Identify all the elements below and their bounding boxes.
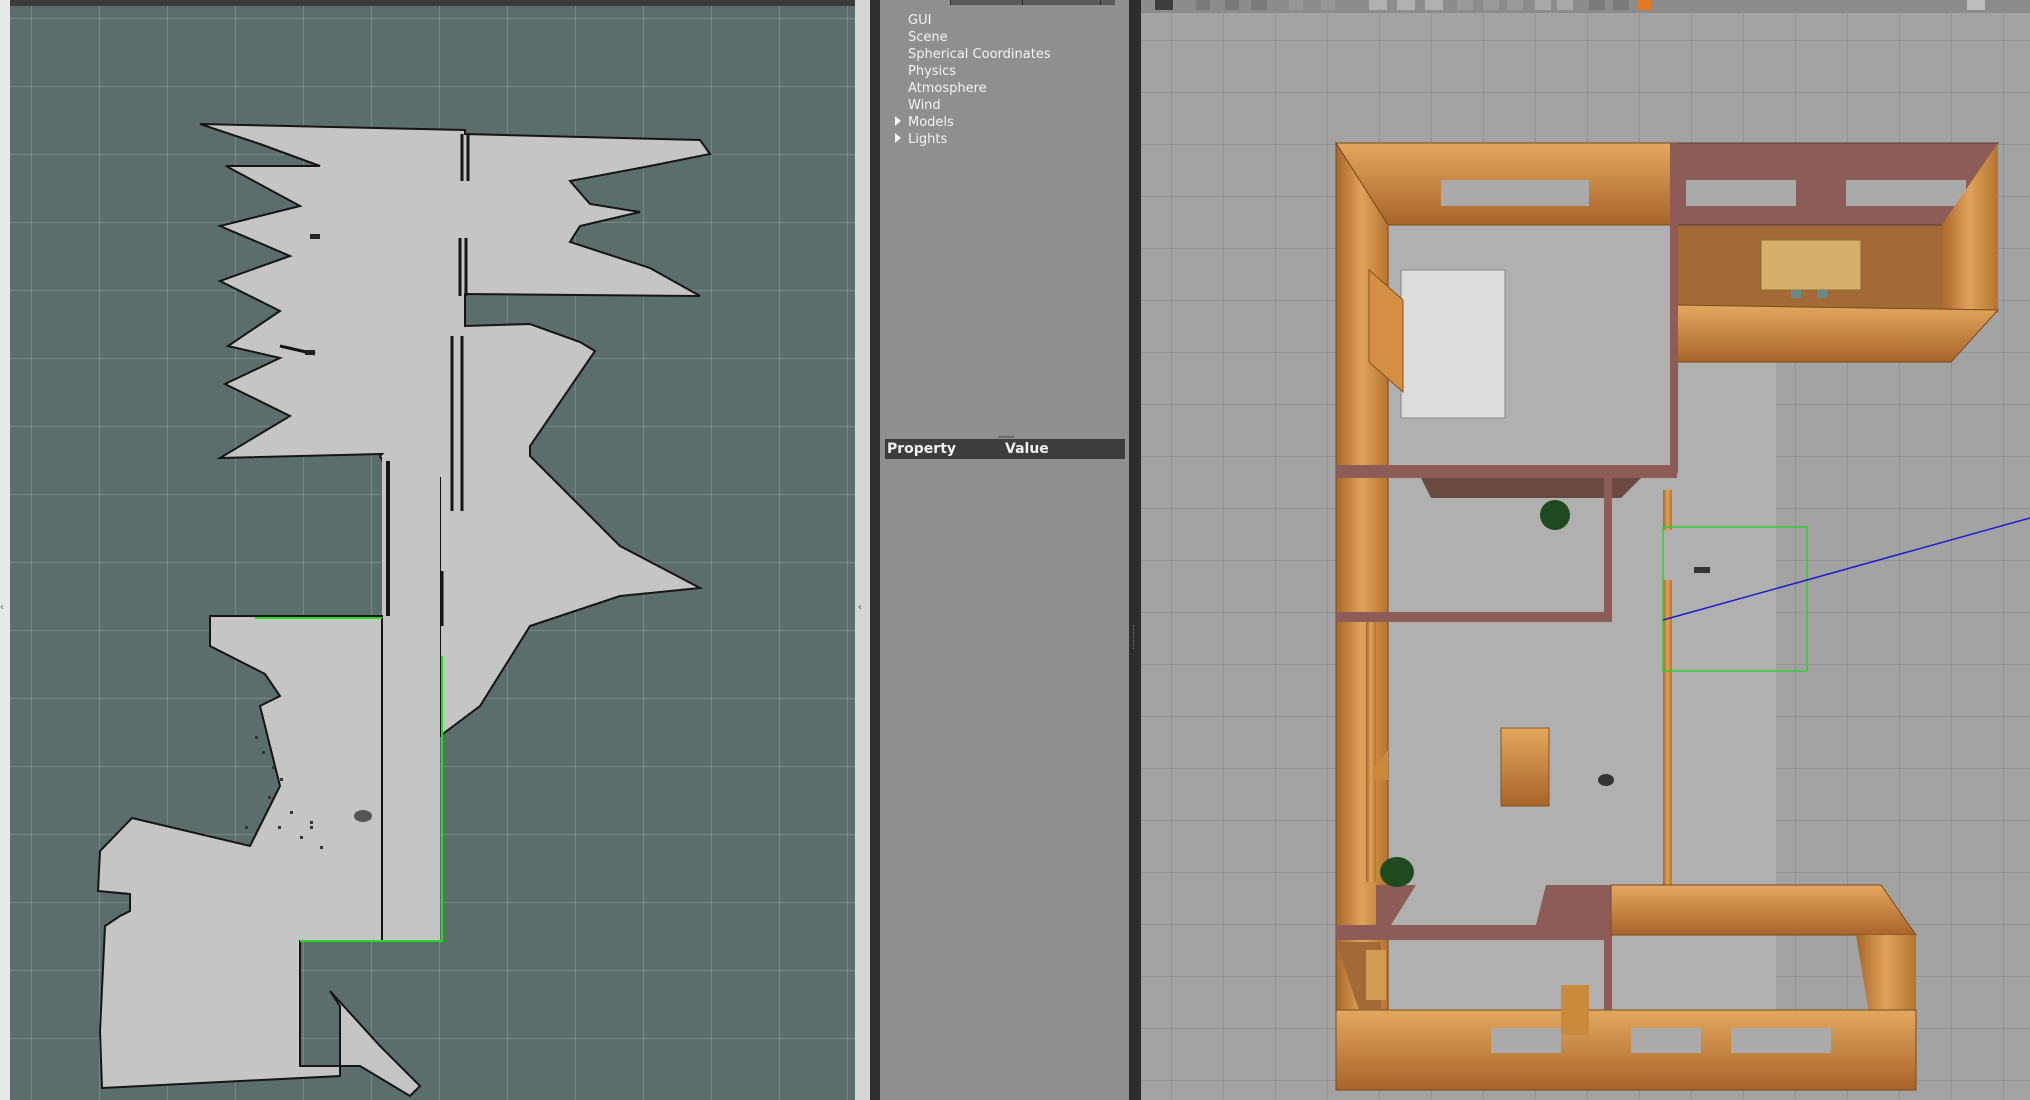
sphere-icon[interactable]	[1397, 0, 1415, 10]
undo-icon[interactable]	[1289, 0, 1303, 10]
robot-marker	[354, 810, 372, 822]
redo-icon[interactable]	[1321, 0, 1335, 10]
tree-item-spherical-coordinates[interactable]: Spherical Coordinates	[908, 46, 1051, 63]
tree-item-gui[interactable]: GUI	[908, 12, 931, 29]
occupancy-grid-map	[10, 6, 855, 1100]
desk[interactable]	[1760, 239, 1862, 291]
spot-light-icon[interactable]	[1483, 0, 1499, 10]
directional-light-icon[interactable]	[1507, 0, 1523, 10]
window-divider	[870, 0, 880, 1100]
cylinder-icon[interactable]	[1425, 0, 1443, 10]
rviz-map-view[interactable]	[10, 6, 855, 1100]
rviz-splitter-left-icon[interactable]: ‹	[0, 602, 4, 613]
tree-item-lights[interactable]: Lights	[908, 131, 947, 148]
property-table-header: Property Value	[885, 439, 1125, 459]
panel-splitter[interactable]	[1129, 0, 1141, 1100]
splitter-handle[interactable]	[998, 436, 1014, 438]
align-icon[interactable]	[1589, 0, 1605, 10]
screenshot-icon[interactable]	[1967, 0, 1985, 10]
rviz-dock-edge	[855, 0, 870, 1100]
green-barrel-2[interactable]	[1380, 857, 1414, 887]
tree-item-models[interactable]: Models	[908, 114, 954, 131]
expand-arrow-icon[interactable]	[895, 116, 901, 126]
gazebo-world-panel: GUI Scene Spherical Coordinates Physics …	[880, 0, 1129, 1100]
small-object[interactable]	[1598, 774, 1614, 786]
value-column-header[interactable]: Value	[1005, 439, 1049, 459]
select-icon[interactable]	[1155, 0, 1173, 10]
tree-item-wind[interactable]: Wind	[908, 97, 941, 114]
translate-icon[interactable]	[1196, 0, 1210, 10]
tree-item-atmosphere[interactable]: Atmosphere	[908, 80, 987, 97]
point-light-icon[interactable]	[1457, 0, 1473, 10]
snap-icon[interactable]	[1613, 0, 1629, 10]
change-view-icon[interactable]	[1637, 0, 1651, 10]
tree-item-scene[interactable]: Scene	[908, 29, 948, 46]
panel-tabs[interactable]	[950, 0, 1115, 5]
cabinet[interactable]	[1500, 727, 1550, 807]
copy-icon[interactable]	[1535, 0, 1551, 10]
expand-arrow-icon[interactable]	[895, 133, 901, 143]
robot-model[interactable]	[1694, 567, 1710, 573]
scene-render	[1141, 0, 2030, 1100]
box-icon[interactable]	[1369, 0, 1387, 10]
white-table[interactable]	[1400, 269, 1506, 419]
tree-item-physics[interactable]: Physics	[908, 63, 956, 80]
rviz-splitter-right-icon[interactable]: ‹	[858, 602, 862, 613]
rotate-icon[interactable]	[1225, 0, 1239, 10]
free-space-corridor	[382, 456, 440, 941]
gazebo-3d-scene[interactable]	[1141, 0, 2030, 1100]
scene-toolbar	[1141, 0, 2030, 13]
scale-icon[interactable]	[1251, 0, 1267, 10]
green-barrel[interactable]	[1540, 500, 1570, 530]
property-column-header[interactable]: Property	[887, 439, 956, 459]
rviz-panel: ‹ ‹	[0, 0, 870, 1100]
paste-icon[interactable]	[1557, 0, 1573, 10]
